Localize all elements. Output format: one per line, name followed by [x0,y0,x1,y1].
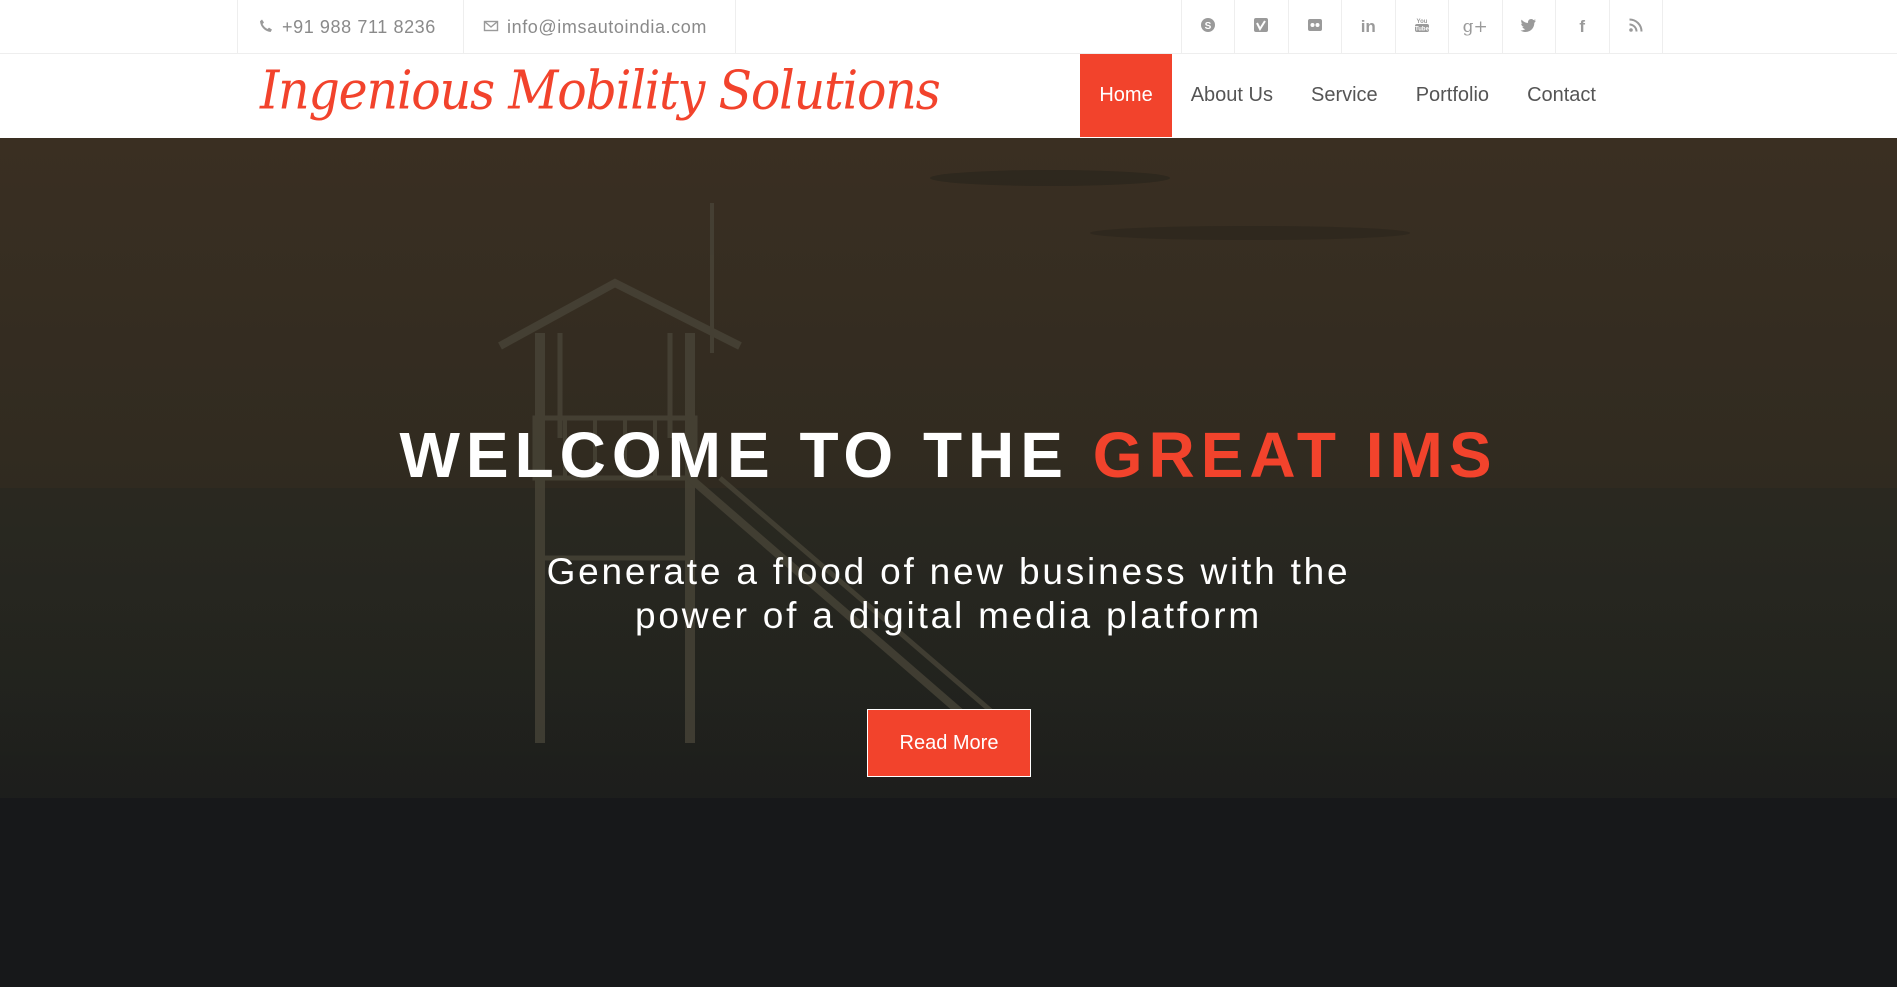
twitter-link[interactable] [1501,0,1556,54]
hero-title: WELCOME TO THE GREAT IMS [0,418,1897,492]
nav-about-us[interactable]: About Us [1172,54,1292,137]
twitter-icon [1520,16,1538,39]
vimeo-icon [1252,16,1270,39]
top-bar: +91 988 711 8236 info@imsautoindia.com S [0,0,1897,54]
phone-number: +91 988 711 8236 [282,16,436,37]
social-links: S in You Tube g+ f [1180,0,1663,54]
main-nav: Home About Us Service Portfolio Contact [1080,54,1615,137]
hero-banner: WELCOME TO THE GREAT IMS Generate a floo… [0,138,1897,987]
hero-subtitle-line-2: power of a digital media platform [634,595,1263,636]
flickr-icon [1306,16,1324,39]
hero-subtitle-line-1: Generate a flood of new business with th… [546,551,1351,592]
hero-title-accent: GREAT IMS [1092,419,1498,491]
nav-home[interactable]: Home [1080,54,1172,137]
nav-portfolio[interactable]: Portfolio [1397,54,1508,137]
linkedin-icon: in [1360,17,1376,36]
youtube-link[interactable]: You Tube [1394,0,1449,54]
vimeo-link[interactable] [1234,0,1288,54]
contact-phone[interactable]: +91 988 711 8236 [237,0,463,54]
google-plus-icon: g+ [1462,17,1488,37]
rss-icon [1627,16,1645,39]
contact-email[interactable]: info@imsautoindia.com [463,0,736,54]
nav-contact[interactable]: Contact [1508,54,1615,137]
svg-text:S: S [1204,21,1211,32]
email-address: info@imsautoindia.com [507,16,707,37]
phone-icon [258,18,276,36]
youtube-icon: You Tube [1413,16,1431,39]
skype-icon: S [1199,16,1217,39]
facebook-link[interactable]: f [1555,0,1609,54]
top-bar-inner: +91 988 711 8236 info@imsautoindia.com S [237,0,1663,54]
flickr-link[interactable] [1287,0,1342,54]
hero-title-main: WELCOME TO THE [399,419,1093,491]
nav-service[interactable]: Service [1292,54,1397,137]
google-plus-link[interactable]: g+ [1448,0,1502,54]
rss-link[interactable] [1608,0,1663,54]
linkedin-link[interactable]: in [1341,0,1395,54]
site-header: Ingenious Mobility Solutions Home About … [0,54,1897,138]
facebook-icon: f [1579,17,1586,36]
envelope-icon [483,18,501,36]
hero-subtitle: Generate a flood of new business with th… [0,550,1897,638]
svg-text:Tube: Tube [1415,26,1430,32]
site-logo[interactable]: Ingenious Mobility Solutions [260,60,941,122]
read-more-button[interactable]: Read More [867,709,1031,777]
skype-link[interactable]: S [1180,0,1235,54]
